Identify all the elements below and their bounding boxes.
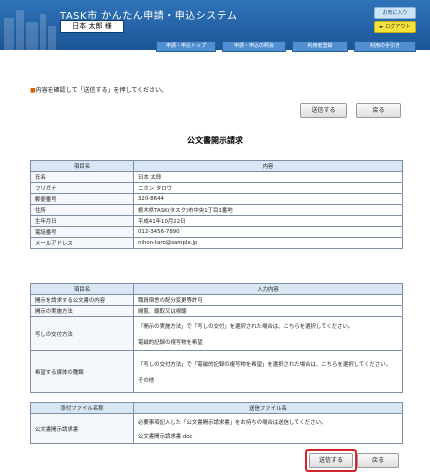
table-row: 希望する媒体の種類 「写しの交付方法」で「電磁的記録の複写物を希望」を選択された…	[30, 350, 403, 393]
favorites-button[interactable]: お気に入り	[374, 7, 416, 19]
row-value: 閲覧、聴取又は視聴	[133, 305, 403, 317]
table-row: 開示を請求する公文書の内容 職員宿舎の配分変更等許可	[30, 294, 403, 306]
nav-user-registration[interactable]: 利用者登録	[292, 41, 348, 52]
instruction-body: 内容を確認して「送信する」を押してください。	[35, 87, 168, 94]
table-row: 氏名 日本 太郎	[30, 171, 403, 183]
row-value: 栃木県TASK(タスク)市中央1丁目1番地	[133, 204, 403, 216]
send-button-highlight	[305, 449, 357, 472]
request-details-table: 項目名 入力内容 開示を請求する公文書の内容 職員宿舎の配分変更等許可 開示の実施…	[30, 283, 403, 393]
column-header: 入力内容	[133, 283, 403, 295]
row-label: 氏名	[30, 171, 134, 183]
table-row: 郵便番号 320-8644	[30, 193, 403, 205]
table-row: メールアドレス nihon-taro@sample.jp	[30, 237, 403, 249]
row-label: 郵便番号	[30, 193, 134, 205]
back-button-top[interactable]: 戻る	[356, 103, 401, 118]
row-value-note: 「開示の実施方法」で「写しの交付」を選択された場合は、こちらを選択してください。	[138, 323, 354, 330]
column-header: 項目名	[30, 283, 134, 295]
logout-label: ログアウト	[385, 24, 411, 30]
row-value: 職員宿舎の配分変更等許可	[133, 294, 403, 306]
table-header-row: 添付ファイル名称 送信ファイル名	[30, 402, 403, 414]
row-value: 012-3456-7890	[133, 226, 403, 238]
row-label: メールアドレス	[30, 237, 134, 249]
row-label: 開示を請求する公文書の内容	[30, 294, 134, 306]
table-row: 公文書開示請求書 必要事項記入した「公文書開示請求書」をお持ちの場合は送信してく…	[30, 413, 403, 444]
row-label: 写しの交付方法	[30, 316, 134, 351]
row-label: 希望する媒体の種類	[30, 350, 134, 393]
instruction-text: ■内容を確認して「送信する」を押してください。	[30, 85, 167, 94]
row-label: 生年月日	[30, 215, 134, 227]
row-value-note: 必要事項記入した「公文書開示請求書」をお持ちの場合は送信してください。	[138, 419, 327, 426]
row-label: 住所	[30, 204, 134, 216]
row-value: 日本 太郎	[133, 171, 403, 183]
column-header: 項目名	[30, 160, 134, 172]
page-title: 公文書開示請求	[187, 136, 243, 145]
row-value: 必要事項記入した「公文書開示請求書」をお持ちの場合は送信してください。 公文書開…	[133, 413, 403, 444]
attachment-file-name: 公文書開示請求書.doc	[138, 433, 193, 440]
nav-usage-guide[interactable]: 利用の手引き	[354, 41, 416, 52]
applicant-info-table: 項目名 内容 氏名 日本 太郎 フリガナ ニホン タロウ 郵便番号 320-8644 …	[30, 160, 403, 249]
row-value: nihon-taro@sample.jp	[133, 237, 403, 249]
table-row: 住所 栃木県TASK(タスク)市中央1丁目1番地	[30, 204, 403, 216]
table-row: 写しの交付方法 「開示の実施方法」で「写しの交付」を選択された場合は、こちらを選…	[30, 316, 403, 351]
attachment-table: 添付ファイル名称 送信ファイル名 公文書開示請求書 必要事項記入した「公文書開示…	[30, 402, 403, 444]
logout-button[interactable]: ► ログアウト	[374, 21, 416, 33]
row-value: 平成41年10月22日	[133, 215, 403, 227]
row-value-note: 「写しの交付方法」で「電磁的記録の複写物を希望」を選択された場合は、こちらを選択…	[138, 361, 392, 368]
table-row: 生年月日 平成41年10月22日	[30, 215, 403, 227]
table-header-row: 項目名 内容	[30, 160, 403, 172]
row-value: 「開示の実施方法」で「写しの交付」を選択された場合は、こちらを選択してください。…	[133, 316, 403, 351]
column-header: 添付ファイル名称	[30, 402, 134, 414]
table-row: 電話番号 012-3456-7890	[30, 226, 403, 238]
row-label: 公文書開示請求書	[30, 413, 134, 444]
row-value: 「写しの交付方法」で「電磁的記録の複写物を希望」を選択された場合は、こちらを選択…	[133, 350, 403, 393]
back-button-bottom[interactable]: 戻る	[357, 453, 399, 468]
row-value-selection: その他	[138, 377, 155, 384]
row-label: 電話番号	[30, 226, 134, 238]
user-name-badge: 日本 太郎 様	[60, 20, 124, 33]
table-header-row: 項目名 入力内容	[30, 283, 403, 295]
row-label: フリガナ	[30, 182, 134, 194]
column-header: 送信ファイル名	[133, 402, 403, 414]
row-label: 開示の実施方法	[30, 305, 134, 317]
table-row: 開示の実施方法 閲覧、聴取又は視聴	[30, 305, 403, 317]
site-header: TASK市 かんたん申請・申込システム 日本 太郎 様 お気に入り ► ログアウ…	[0, 0, 430, 52]
row-value-selection: 電磁的記録の視写物を希望	[138, 339, 203, 346]
nav-application-inquiry[interactable]: 申請・申込の照会	[222, 41, 286, 52]
row-value: ニホン タロウ	[133, 182, 403, 194]
send-button-top[interactable]: 送信する	[300, 103, 347, 118]
table-row: フリガナ ニホン タロウ	[30, 182, 403, 194]
column-header: 内容	[133, 160, 403, 172]
nav-application-top[interactable]: 申請・申込トップ	[156, 41, 216, 52]
row-value: 320-8644	[133, 193, 403, 205]
